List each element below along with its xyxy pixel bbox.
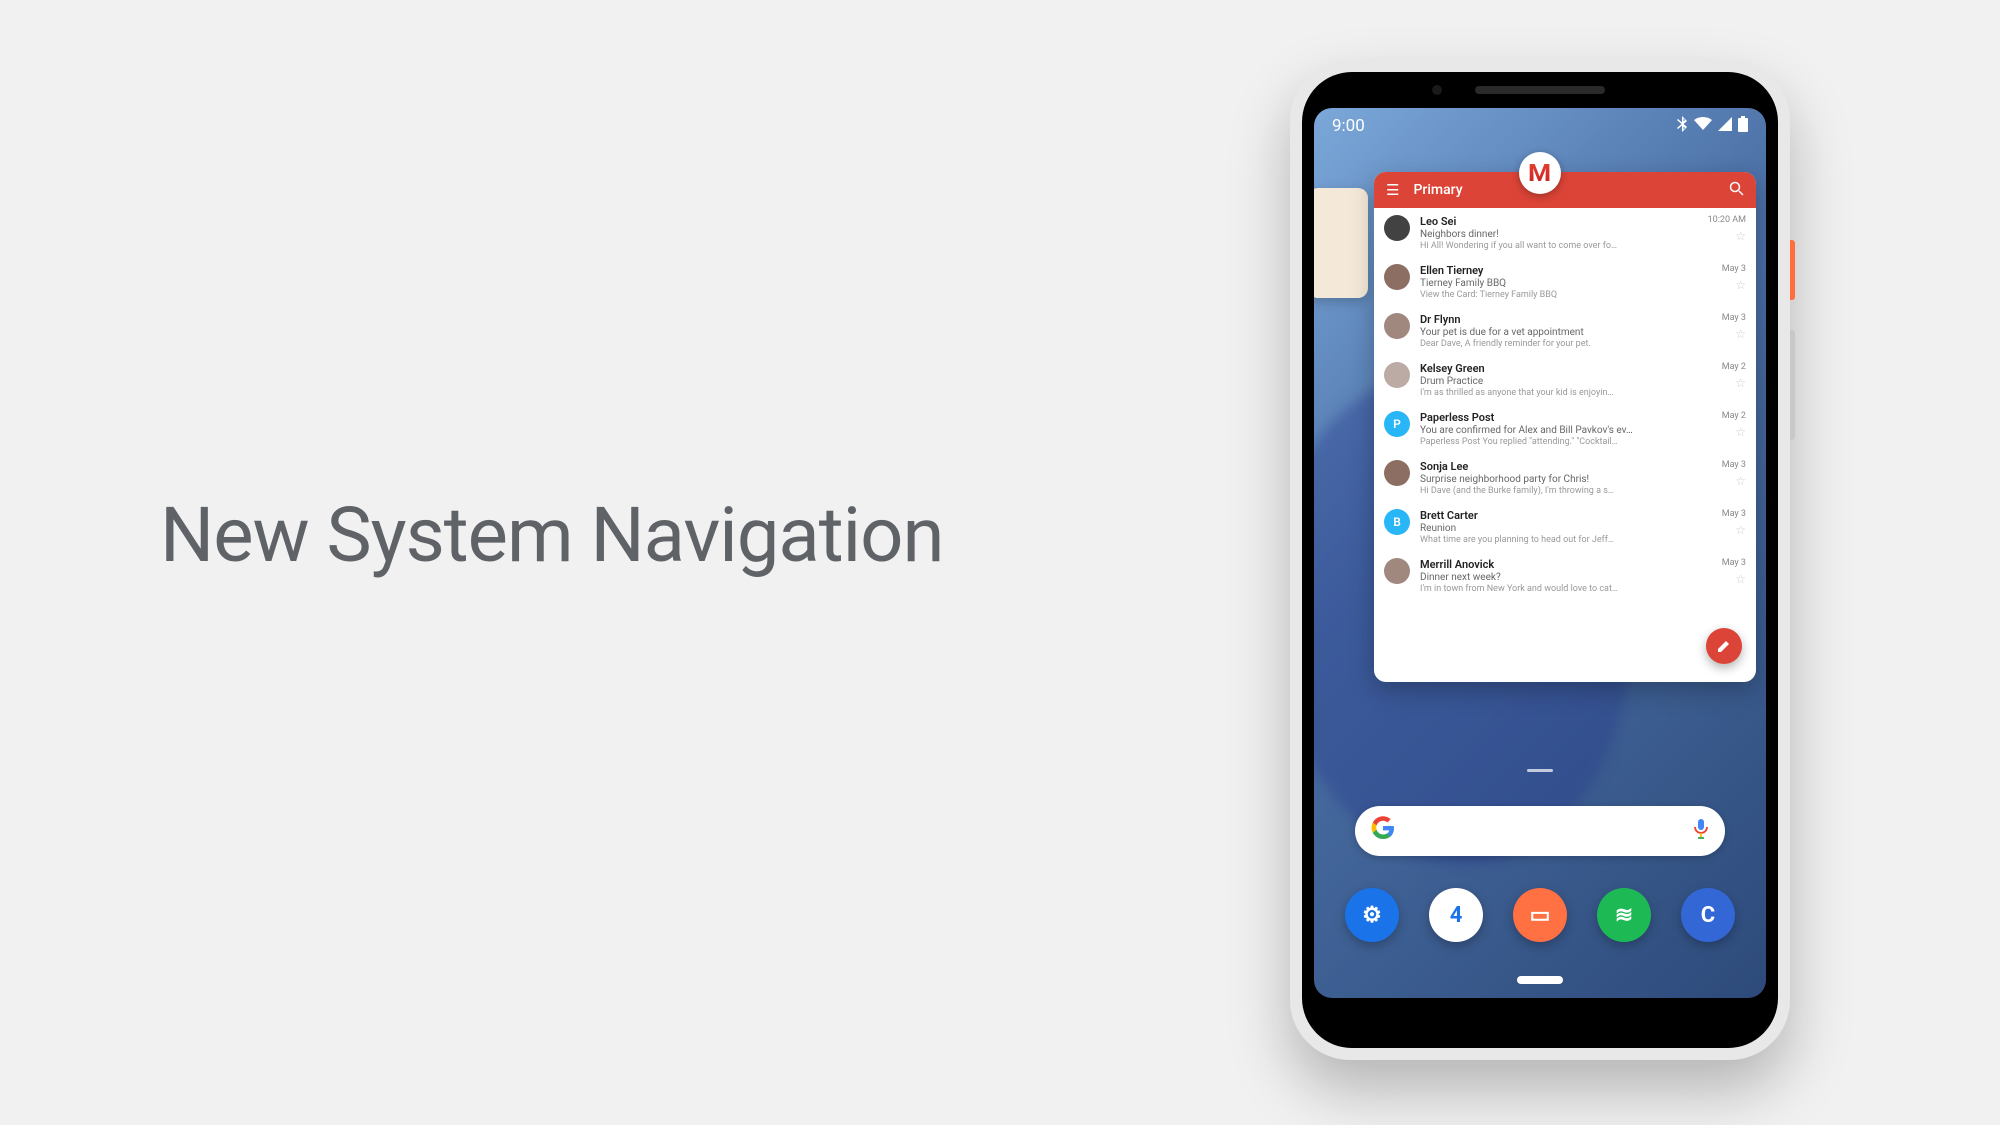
- volume-buttons[interactable]: [1790, 330, 1795, 440]
- status-bar: 9:00: [1314, 108, 1766, 144]
- avatar: [1384, 362, 1410, 388]
- email-snippet: Dear Dave, A friendly reminder for your …: [1420, 339, 1712, 349]
- star-icon[interactable]: ☆: [1735, 572, 1746, 586]
- email-time: 10:20 AM: [1708, 215, 1746, 225]
- phone-speaker: [1475, 86, 1605, 94]
- app-spotify[interactable]: ≋: [1597, 888, 1651, 942]
- email-time: May 3: [1722, 313, 1746, 323]
- email-snippet: I'm in town from New York and would love…: [1420, 584, 1712, 594]
- email-item[interactable]: Kelsey GreenDrum PracticeI'm as thrilled…: [1374, 355, 1756, 404]
- phone-camera: [1432, 85, 1442, 95]
- bluetooth-icon: [1676, 116, 1688, 137]
- star-icon[interactable]: ☆: [1735, 523, 1746, 537]
- email-sender: Sonja Lee: [1420, 460, 1712, 473]
- email-sender: Merrill Anovick: [1420, 558, 1712, 571]
- email-sender: Brett Carter: [1420, 509, 1712, 522]
- drag-handle-icon[interactable]: [1527, 769, 1553, 772]
- star-icon[interactable]: ☆: [1735, 474, 1746, 488]
- compose-button[interactable]: [1706, 628, 1742, 664]
- recents-gmail-card[interactable]: ☰ Primary Leo SeiNeighbors dinner!Hi All…: [1374, 172, 1756, 682]
- cellular-icon: [1718, 116, 1732, 136]
- status-icons: [1676, 116, 1748, 137]
- email-list[interactable]: Leo SeiNeighbors dinner!Hi All! Wonderin…: [1374, 208, 1756, 600]
- gmail-icon: M: [1528, 159, 1551, 187]
- email-item[interactable]: Dr FlynnYour pet is due for a vet appoin…: [1374, 306, 1756, 355]
- email-subject: You are confirmed for Alex and Bill Pavk…: [1420, 425, 1712, 436]
- email-item[interactable]: Sonja LeeSurprise neighborhood party for…: [1374, 453, 1756, 502]
- avatar: [1384, 215, 1410, 241]
- app-app-c[interactable]: C: [1681, 888, 1735, 942]
- email-snippet: What time are you planning to head out f…: [1420, 535, 1712, 545]
- email-snippet: I'm as thrilled as anyone that your kid …: [1420, 388, 1712, 398]
- search-bar[interactable]: [1355, 806, 1725, 856]
- gmail-tab-title: Primary: [1413, 182, 1715, 198]
- gmail-header: ☰ Primary: [1374, 172, 1756, 208]
- email-item[interactable]: Merrill AnovickDinner next week?I'm in t…: [1374, 551, 1756, 600]
- home-pill[interactable]: [1517, 976, 1563, 984]
- star-icon[interactable]: ☆: [1735, 376, 1746, 390]
- email-item[interactable]: Leo SeiNeighbors dinner!Hi All! Wonderin…: [1374, 208, 1756, 257]
- email-subject: Dinner next week?: [1420, 572, 1712, 583]
- email-snippet: Hi All! Wondering if you all want to com…: [1420, 241, 1698, 251]
- email-sender: Leo Sei: [1420, 215, 1698, 228]
- avatar: [1384, 460, 1410, 486]
- email-time: May 3: [1722, 558, 1746, 568]
- app-suggestions-row: ⚙ 4 ▭ ≋ C: [1345, 888, 1735, 942]
- email-snippet: View the Card: Tierney Family BBQ: [1420, 290, 1712, 300]
- email-sender: Kelsey Green: [1420, 362, 1712, 375]
- recents-app-icon[interactable]: M: [1519, 152, 1561, 194]
- star-icon[interactable]: ☆: [1735, 327, 1746, 341]
- avatar: [1384, 313, 1410, 339]
- wifi-icon: [1694, 116, 1712, 136]
- app-settings[interactable]: ⚙: [1345, 888, 1399, 942]
- avatar: [1384, 264, 1410, 290]
- email-item[interactable]: Ellen TierneyTierney Family BBQView the …: [1374, 257, 1756, 306]
- avatar: B: [1384, 509, 1410, 535]
- email-subject: Tierney Family BBQ: [1420, 278, 1712, 289]
- home-bottom-area: ⚙ 4 ▭ ≋ C: [1314, 708, 1766, 998]
- email-subject: Drum Practice: [1420, 376, 1712, 387]
- email-time: May 3: [1722, 460, 1746, 470]
- phone-device: 9:00 M: [1290, 60, 1790, 1060]
- menu-icon[interactable]: ☰: [1386, 181, 1399, 199]
- app-messages[interactable]: ▭: [1513, 888, 1567, 942]
- battery-icon: [1738, 116, 1748, 137]
- email-item[interactable]: B Brett CarterReunionWhat time are you pl…: [1374, 502, 1756, 551]
- pencil-icon: [1716, 638, 1732, 654]
- email-sender: Paperless Post: [1420, 411, 1712, 424]
- email-subject: Your pet is due for a vet appointment: [1420, 327, 1712, 338]
- phone-screen: 9:00 M: [1314, 108, 1766, 998]
- app-calendar[interactable]: 4: [1429, 888, 1483, 942]
- star-icon[interactable]: ☆: [1735, 278, 1746, 292]
- mic-icon[interactable]: [1693, 818, 1709, 844]
- email-time: May 3: [1722, 264, 1746, 274]
- email-time: May 2: [1722, 411, 1746, 421]
- star-icon[interactable]: ☆: [1735, 425, 1746, 439]
- email-subject: Reunion: [1420, 523, 1712, 534]
- email-snippet: Hi Dave (and the Burke family), I'm thro…: [1420, 486, 1712, 496]
- email-snippet: Paperless Post You replied "attending." …: [1420, 437, 1712, 447]
- email-subject: Surprise neighborhood party for Chris!: [1420, 474, 1712, 485]
- email-item[interactable]: P Paperless PostYou are confirmed for Ale…: [1374, 404, 1756, 453]
- power-button[interactable]: [1790, 240, 1795, 300]
- avatar: [1384, 558, 1410, 584]
- status-time: 9:00: [1332, 116, 1365, 136]
- slide-title: New System Navigation: [160, 490, 943, 580]
- email-sender: Dr Flynn: [1420, 313, 1712, 326]
- email-sender: Ellen Tierney: [1420, 264, 1712, 277]
- email-subject: Neighbors dinner!: [1420, 229, 1698, 240]
- email-time: May 3: [1722, 509, 1746, 519]
- avatar: P: [1384, 411, 1410, 437]
- email-time: May 2: [1722, 362, 1746, 372]
- google-g-icon: [1371, 816, 1395, 846]
- search-icon[interactable]: [1729, 181, 1744, 200]
- recents-previous-card[interactable]: [1314, 188, 1368, 298]
- star-icon[interactable]: ☆: [1735, 229, 1746, 243]
